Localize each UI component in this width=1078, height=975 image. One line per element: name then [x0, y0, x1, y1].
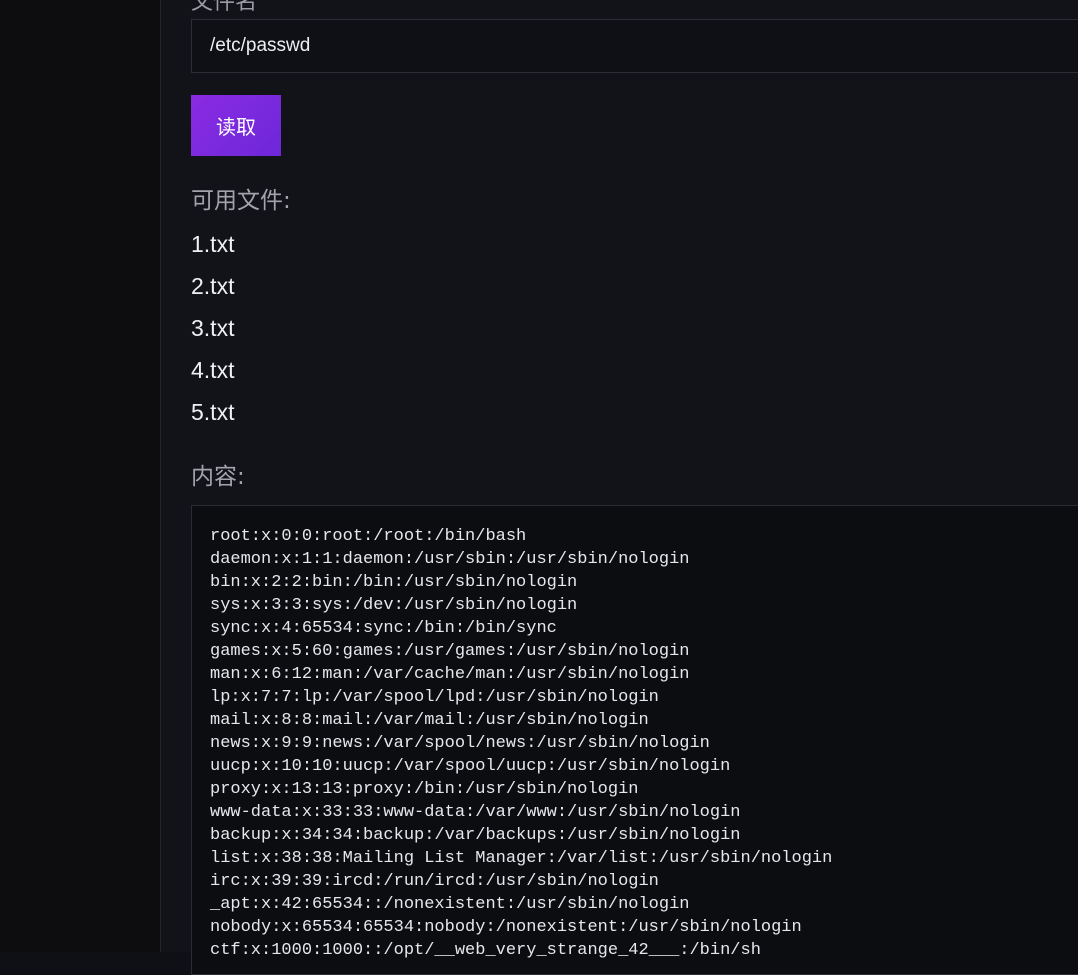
content-output-text: root:x:0:0:root:/root:/bin/bash daemon:x…	[210, 527, 833, 960]
available-files-heading: 可用文件:	[191, 188, 291, 214]
content-output-box[interactable]: root:x:0:0:root:/root:/bin/bash daemon:x…	[191, 505, 1078, 975]
file-item[interactable]: 3.txt	[191, 309, 234, 351]
filename-input[interactable]	[191, 19, 1078, 73]
filename-label: 文件名	[191, 0, 258, 15]
sidebar	[0, 0, 161, 952]
file-item[interactable]: 1.txt	[191, 225, 234, 267]
file-item[interactable]: 2.txt	[191, 267, 234, 309]
main-panel: 文件名 读取 可用文件: 1.txt 2.txt 3.txt 4.txt 5.t…	[161, 0, 1078, 975]
read-button[interactable]: 读取	[191, 95, 281, 156]
content-heading: 内容:	[191, 464, 245, 490]
file-list: 1.txt 2.txt 3.txt 4.txt 5.txt	[191, 225, 234, 435]
file-item[interactable]: 5.txt	[191, 393, 234, 435]
file-item[interactable]: 4.txt	[191, 351, 234, 393]
